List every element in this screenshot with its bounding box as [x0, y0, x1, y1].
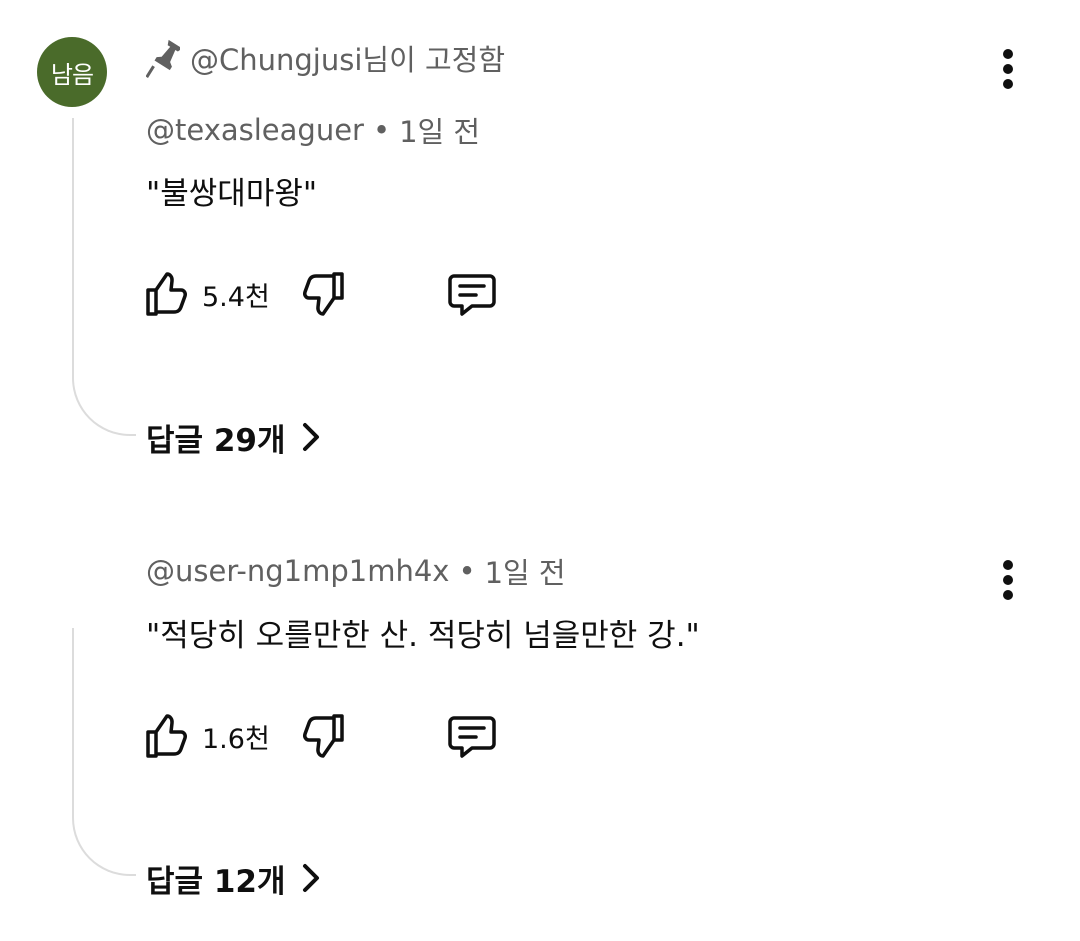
- thumbs-up-icon: [146, 714, 187, 758]
- chevron-right-icon: [302, 422, 320, 452]
- like-button[interactable]: 1.6천: [142, 712, 270, 760]
- comments-page: 남음 @Chungjusi님이 고정함 @texasleaguer • 1일 전…: [0, 0, 1080, 941]
- reply-comment-icon: [448, 274, 496, 316]
- like-button[interactable]: 5.4천: [142, 270, 270, 318]
- thread-line: [72, 118, 136, 436]
- more-vert-icon: [1003, 49, 1013, 89]
- pinned-label: @Chungjusi님이 고정함: [145, 36, 506, 80]
- chevron-right-icon: [302, 863, 320, 893]
- like-count: 5.4천: [202, 281, 270, 313]
- dislike-button[interactable]: [300, 270, 348, 318]
- thumbs-up-icon: [146, 272, 187, 316]
- comment-time[interactable]: 1일 전: [485, 550, 566, 592]
- thumbs-down-icon: [302, 272, 344, 316]
- view-replies-button[interactable]: 답글 12개: [146, 853, 320, 903]
- comment-time[interactable]: 1일 전: [399, 109, 480, 151]
- comment-actions: 1.6천: [142, 708, 498, 764]
- comment-text: "적당히 오를만한 산. 적당히 넘을만한 강.": [146, 617, 700, 654]
- meta-separator: •: [372, 113, 391, 147]
- author-handle[interactable]: @user-ng1mp1mh4x: [146, 554, 449, 588]
- comment-actions: 5.4천: [142, 266, 498, 322]
- thumbs-down-icon: [302, 714, 344, 758]
- avatar-text: 남음: [50, 60, 94, 89]
- replies-count-label: 답글 29개: [146, 422, 286, 459]
- more-options-button[interactable]: [988, 555, 1028, 605]
- dislike-button[interactable]: [300, 712, 348, 760]
- meta-separator: •: [458, 554, 476, 588]
- more-vert-icon: [1003, 560, 1013, 600]
- author-handle[interactable]: @texasleaguer: [146, 113, 364, 147]
- comment-meta: @user-ng1mp1mh4x • 1일 전: [146, 549, 566, 593]
- comment-meta: @texasleaguer • 1일 전: [146, 108, 480, 152]
- pinned-by-text: @Chungjusi님이 고정함: [190, 43, 506, 77]
- reply-button[interactable]: [446, 270, 498, 318]
- like-count: 1.6천: [202, 723, 270, 755]
- more-options-button[interactable]: [988, 44, 1028, 94]
- reply-comment-icon: [448, 716, 496, 758]
- comment-text: "불쌍대마왕": [146, 175, 318, 212]
- pin-icon: [145, 38, 183, 78]
- view-replies-button[interactable]: 답글 29개: [146, 412, 320, 462]
- avatar[interactable]: 남음: [37, 37, 107, 107]
- reply-button[interactable]: [446, 712, 498, 760]
- thread-line: [72, 628, 136, 876]
- replies-count-label: 답글 12개: [146, 863, 286, 900]
